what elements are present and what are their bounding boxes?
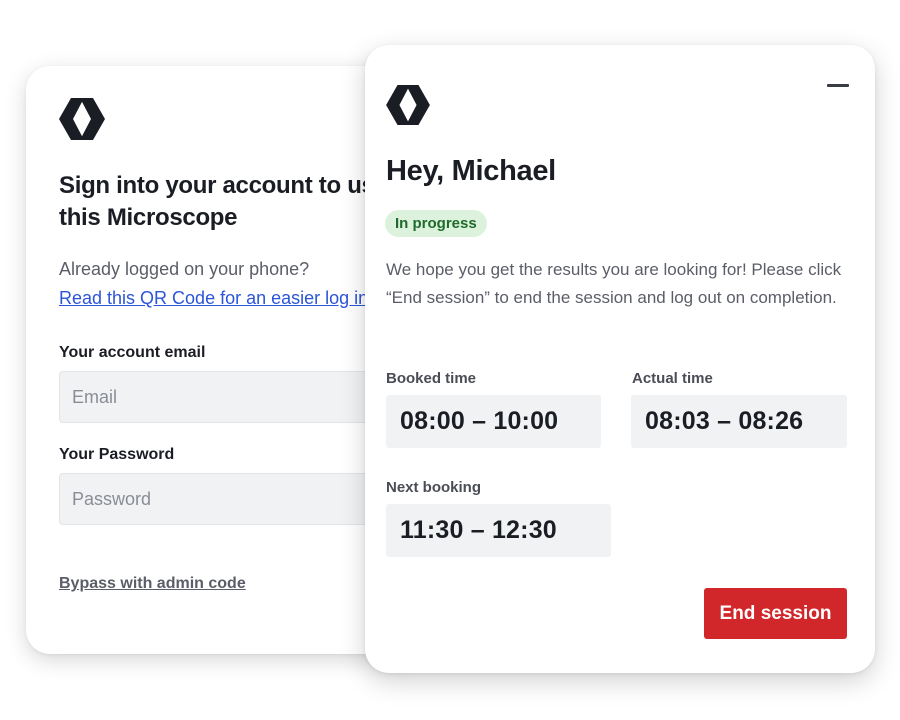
qr-code-link[interactable]: Read this QR Code for an easier log in [59,287,368,309]
brand-logo-icon [386,85,430,125]
session-message: We hope you get the results you are look… [386,260,842,307]
minimize-bar [827,84,849,87]
status-badge: In progress [385,210,487,237]
booked-time-value: 08:00 – 10:00 [386,395,601,448]
next-booking-value: 11:30 – 12:30 [386,504,611,557]
password-label: Your Password [59,446,175,463]
session-card: Hey, Michael In progress We hope you get… [365,45,875,673]
signin-title: Sign into your account to use this Micro… [59,172,388,231]
brand-logo-icon [59,98,105,140]
actual-time-label: Actual time [632,370,713,387]
bypass-admin-link[interactable]: Bypass with admin code [59,575,246,593]
email-label: Your account email [59,344,206,361]
booked-time-label: Booked time [386,370,477,387]
minimize-icon[interactable] [825,78,851,94]
greeting-title: Hey, Michael [386,155,556,187]
end-session-button[interactable]: End session [704,588,847,639]
next-booking-label: Next booking [386,479,482,496]
actual-time-value: 08:03 – 08:26 [631,395,847,448]
stage: Sign into your account to use this Micro… [0,0,900,720]
already-logged-text: Already logged on your phone? [59,259,310,279]
